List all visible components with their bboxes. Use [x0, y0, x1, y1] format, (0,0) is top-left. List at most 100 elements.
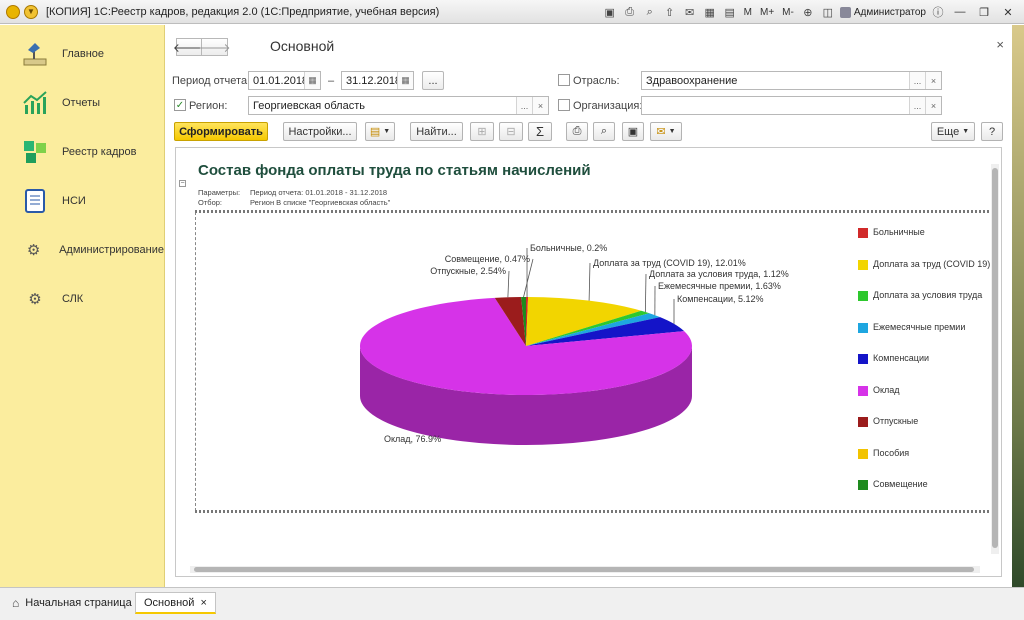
- close-form-icon[interactable]: ×: [996, 37, 1004, 52]
- select-icon[interactable]: ...: [909, 72, 925, 89]
- industry-checkbox[interactable]: [558, 74, 570, 86]
- horizontal-scrollbar[interactable]: [190, 566, 980, 573]
- legend-label: Доплата за труд (COVID 19): [873, 258, 991, 269]
- upload-icon[interactable]: ⇧: [662, 4, 678, 20]
- legend-swatch: [858, 228, 868, 238]
- legend-item: Компенсации: [858, 353, 991, 364]
- more-label: Еще: [936, 125, 960, 138]
- report-document[interactable]: − Состав фонда оплаты труда по статьям н…: [175, 147, 1002, 577]
- memory-plus-button[interactable]: M+: [758, 7, 776, 18]
- pie-data-label: Больничные, 0.2%: [530, 243, 607, 253]
- save-icon: ▣: [627, 126, 639, 138]
- legend-item: Больничные: [858, 227, 991, 238]
- clear-icon[interactable]: ×: [925, 97, 941, 114]
- panels-icon[interactable]: ◫: [820, 4, 836, 20]
- legend-label: Совмещение: [873, 479, 928, 489]
- period-from-field[interactable]: 01.01.2018 ▦: [248, 71, 321, 90]
- legend-item: Доплата за труд (COVID 19): [858, 259, 991, 270]
- sidebar-item-admin[interactable]: ⚙ Администрирование: [0, 225, 164, 274]
- tab-main[interactable]: Основной ×: [135, 592, 216, 614]
- legend-label: Ежемесячные премии: [873, 321, 966, 332]
- sidebar-item-label: НСИ: [62, 194, 86, 207]
- industry-field[interactable]: Здравоохранение ... ×: [641, 71, 942, 90]
- sidebar-item-main[interactable]: Главное: [0, 29, 164, 78]
- legend-swatch: [858, 480, 868, 490]
- pie-data-label: Ежемесячные премии, 1.63%: [658, 281, 781, 291]
- calendar-icon[interactable]: ▦: [397, 72, 413, 89]
- collapse-group-icon[interactable]: −: [179, 180, 186, 187]
- save-button[interactable]: ▣: [622, 122, 644, 141]
- region-checkbox[interactable]: ✓: [174, 99, 186, 111]
- main-menu-icon[interactable]: ▼: [24, 4, 38, 19]
- pie-data-label: Отпускные, 2.54%: [430, 266, 506, 276]
- period-label: Период отчета:: [172, 75, 251, 87]
- calculator-icon[interactable]: ▤: [722, 4, 738, 20]
- legend-item: Пособия: [858, 448, 991, 459]
- user-menu[interactable]: Администратор: [839, 6, 926, 18]
- pie-data-label: Доплата за труд (COVID 19), 12.01%: [593, 258, 746, 268]
- sidebar-item-label: Отчеты: [62, 96, 101, 109]
- scroll-thumb[interactable]: [194, 567, 974, 572]
- preview-icon: ⌕: [600, 125, 608, 137]
- minimize-button[interactable]: —: [950, 4, 970, 20]
- organization-field[interactable]: ... ×: [641, 96, 942, 115]
- scroll-thumb[interactable]: [992, 168, 998, 548]
- save-icon[interactable]: ▣: [602, 4, 618, 20]
- sum-button[interactable]: Σ: [528, 122, 552, 141]
- nav-buttons: 🡐 🡒: [173, 38, 231, 56]
- mail-icon[interactable]: ✉: [682, 4, 698, 20]
- clear-icon[interactable]: ×: [925, 72, 941, 89]
- zoom-icon[interactable]: ⊕: [800, 4, 816, 20]
- select-icon[interactable]: ...: [909, 97, 925, 114]
- memory-button[interactable]: M: [742, 7, 754, 18]
- send-button[interactable]: ✉ ▼: [650, 122, 682, 141]
- period-to-field[interactable]: 31.12.2018 ▦: [341, 71, 414, 90]
- print-button[interactable]: ⎙: [566, 122, 588, 141]
- select-icon[interactable]: ...: [516, 97, 532, 114]
- calendar-icon[interactable]: ▦: [702, 4, 718, 20]
- preview-icon[interactable]: ⌕: [642, 4, 658, 20]
- home-icon: ⌂: [12, 596, 20, 610]
- sidebar-item-slk[interactable]: ⚙ СЛК: [0, 274, 164, 323]
- chevron-down-icon: ▼: [383, 128, 391, 135]
- desk-lamp-icon: [22, 41, 48, 67]
- chevron-down-icon: ▼: [668, 128, 676, 135]
- tab-label: Основной: [144, 596, 195, 609]
- chart-frame: Больничные, 0.2% Доплата за труд (COVID 1…: [195, 210, 994, 513]
- maximize-button[interactable]: ❐: [974, 4, 994, 20]
- close-window-button[interactable]: ✕: [998, 4, 1018, 20]
- settings-button[interactable]: Настройки...: [283, 122, 357, 141]
- tab-home[interactable]: ⌂ Начальная страница: [4, 592, 140, 614]
- sidebar-item-label: Главное: [62, 47, 105, 60]
- clear-icon[interactable]: ×: [532, 97, 548, 114]
- chart-icon: [22, 90, 48, 116]
- region-field[interactable]: Георгиевская область ... ×: [248, 96, 549, 115]
- more-button[interactable]: Еще ▼: [931, 122, 975, 141]
- sidebar-item-reports[interactable]: Отчеты: [0, 78, 164, 127]
- period-to-value: 31.12.2018: [346, 74, 397, 87]
- forward-button[interactable]: 🡒: [198, 38, 231, 56]
- info-icon[interactable]: ⓘ: [930, 4, 946, 20]
- organization-checkbox[interactable]: [558, 99, 570, 111]
- calendar-icon[interactable]: ▦: [304, 72, 320, 89]
- help-button[interactable]: ?: [981, 122, 1003, 141]
- legend-swatch: [858, 322, 868, 333]
- collapse-groups-button[interactable]: ⊟: [499, 122, 523, 141]
- mail-icon: ✉: [656, 126, 666, 138]
- memory-minus-button[interactable]: M-: [780, 7, 796, 18]
- report-title: Состав фонда оплаты труда по статьям нач…: [198, 162, 591, 179]
- print-icon[interactable]: ⎙: [622, 4, 638, 20]
- generate-button[interactable]: Сформировать: [174, 122, 268, 141]
- sidebar-item-registry[interactable]: Реестр кадров: [0, 127, 164, 176]
- legend-swatch: [858, 448, 868, 459]
- preview-button[interactable]: ⌕: [593, 122, 615, 141]
- tab-label: Начальная страница: [25, 597, 132, 609]
- sidebar-item-nsi[interactable]: НСИ: [0, 176, 164, 225]
- expand-groups-button[interactable]: ⊞: [470, 122, 494, 141]
- vertical-scrollbar[interactable]: [991, 164, 999, 554]
- legend-item: Оклад: [858, 385, 991, 396]
- period-select-button[interactable]: ...: [422, 71, 444, 90]
- variants-button[interactable]: ▤ ▼: [365, 122, 395, 141]
- close-tab-icon[interactable]: ×: [200, 597, 206, 609]
- find-button[interactable]: Найти...: [410, 122, 463, 141]
